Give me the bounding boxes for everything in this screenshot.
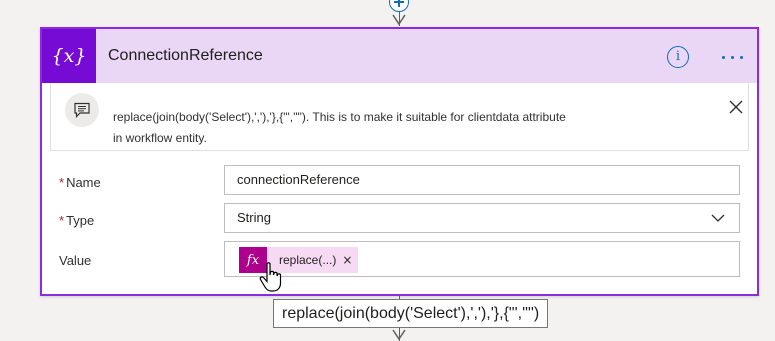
name-label: * Name [59, 175, 101, 190]
comment-icon [65, 93, 99, 127]
hand-cursor-icon [259, 262, 282, 292]
remove-token-icon[interactable]: × [342, 253, 358, 267]
flow-arrow-down-icon [392, 14, 406, 26]
close-comment-icon[interactable] [727, 98, 745, 116]
value-label: Value [59, 253, 92, 268]
comment-text[interactable]: replace(join(body('Select'),','),'},{"',… [113, 107, 653, 149]
card-header[interactable]: {x} ConnectionReference i [42, 29, 757, 83]
variable-icon: {x} [42, 29, 96, 83]
required-marker: * [59, 175, 65, 190]
insert-step-plus-icon[interactable] [389, 0, 409, 12]
more-options-icon[interactable] [718, 46, 748, 68]
type-select[interactable]: String [224, 203, 740, 233]
variable-icon-glyph: {x} [52, 45, 86, 67]
comment-panel: replace(join(body('Select'),','),'},{"',… [50, 83, 749, 151]
comment-line-1: replace(join(body('Select'),','),'},{"',… [113, 110, 566, 124]
chevron-down-icon [711, 214, 725, 222]
comment-line-2: in workflow entity. [113, 131, 207, 145]
flow-arrow-down-icon [392, 329, 406, 341]
expression-token[interactable]: fx replace(...) × [239, 247, 359, 273]
expression-tooltip: replace(join(body('Select'),','),'},{"',… [273, 299, 549, 328]
required-marker: * [59, 213, 65, 228]
card-title: ConnectionReference [108, 47, 263, 64]
action-card: {x} ConnectionReference i replace(join(b… [40, 27, 759, 296]
info-icon[interactable]: i [667, 46, 689, 68]
value-input[interactable]: fx replace(...) × [224, 241, 740, 277]
name-input[interactable]: connectionReference [224, 165, 740, 195]
type-label: * Type [59, 213, 95, 228]
type-select-value: String [237, 210, 271, 225]
